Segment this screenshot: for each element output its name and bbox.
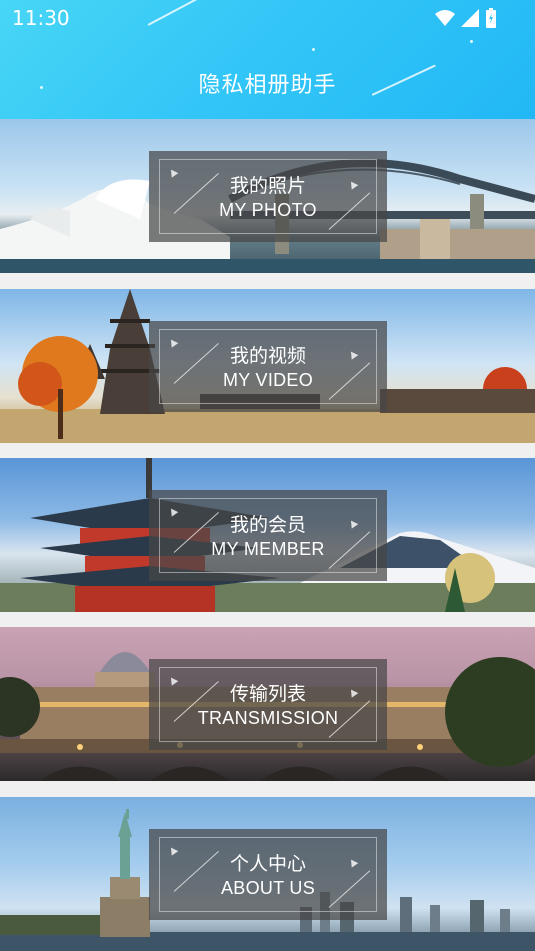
menu-card-overlay: 个人中心 ABOUT US (149, 829, 387, 920)
menu-card-my-member[interactable]: 我的会员 MY MEMBER (0, 458, 535, 612)
app-header: 11:30 隐私相册助手 (0, 0, 535, 119)
menu-card-overlay: 我的会员 MY MEMBER (149, 490, 387, 581)
battery-icon (486, 8, 496, 28)
menu-label-en: TRANSMISSION (197, 708, 339, 728)
page-title: 隐私相册助手 (198, 73, 337, 98)
signal-icon (461, 9, 479, 27)
menu-label-cn: 我的照片 (229, 175, 306, 197)
menu-label-cn: 个人中心 (229, 853, 306, 875)
header-sparkle (312, 48, 315, 51)
menu-card-my-photo[interactable]: 我的照片 MY PHOTO (0, 119, 535, 273)
menu-label-cn: 传输列表 (229, 683, 306, 705)
menu-label-en: MY PHOTO (219, 200, 317, 220)
status-time: 11:30 (12, 6, 70, 30)
menu-card-overlay: 我的视频 MY VIDEO (149, 321, 387, 412)
menu-card-overlay: 我的照片 MY PHOTO (149, 151, 387, 242)
menu-card-my-video[interactable]: 我的视频 MY VIDEO (0, 289, 535, 443)
wifi-icon (435, 10, 455, 26)
menu-label-en: MY MEMBER (211, 539, 325, 559)
menu-label-en: MY VIDEO (222, 370, 314, 390)
menu-label-cn: 我的会员 (229, 514, 306, 536)
status-icons (435, 8, 497, 28)
menu-card-about-us[interactable]: 个人中心 ABOUT US (0, 797, 535, 951)
status-bar: 11:30 (0, 0, 535, 36)
menu-label-cn: 我的视频 (229, 345, 306, 367)
header-sparkle (470, 40, 473, 43)
menu-label-en: ABOUT US (220, 878, 316, 898)
menu-card-transmission[interactable]: 传输列表 TRANSMISSION (0, 627, 535, 781)
menu-card-overlay: 传输列表 TRANSMISSION (149, 659, 387, 750)
